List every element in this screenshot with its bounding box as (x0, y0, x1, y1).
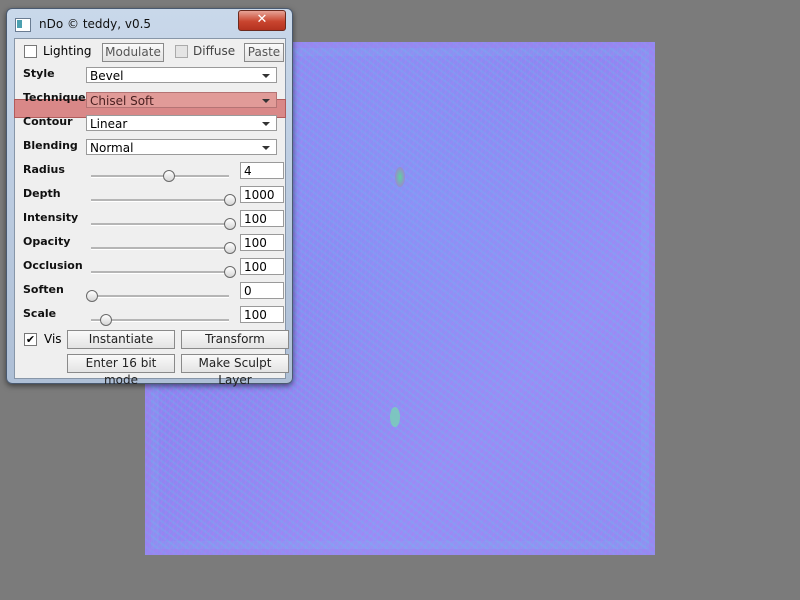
soften-input[interactable]: 0 (240, 282, 284, 299)
blending-value: Normal (90, 141, 134, 155)
contour-dropdown[interactable]: Linear (86, 115, 277, 131)
radius-label: Radius (23, 163, 65, 176)
instantiate-button[interactable]: Instantiate (67, 330, 175, 349)
panel: Lighting Modulate Diffuse Paste Style Be… (14, 38, 289, 387)
technique-value: Chisel Soft (90, 94, 154, 108)
transform-button[interactable]: Transform (181, 330, 289, 349)
scale-slider[interactable] (91, 314, 229, 326)
chevron-down-icon (262, 74, 270, 78)
depth-slider-thumb[interactable] (224, 194, 236, 206)
depth-slider[interactable] (91, 194, 236, 206)
make-sculpt-layer-button[interactable]: Make Sculpt Layer (181, 354, 289, 387)
soften-label: Soften (23, 283, 64, 296)
modulate-button[interactable]: Modulate (102, 43, 164, 62)
radius-input[interactable]: 4 (240, 162, 284, 179)
technique-dropdown[interactable]: Chisel Soft (86, 92, 277, 108)
lighting-checkbox[interactable] (24, 45, 37, 58)
diffuse-label: Diffuse (193, 44, 236, 58)
intensity-input[interactable]: 100 (240, 210, 284, 227)
style-dropdown[interactable]: Bevel (86, 67, 277, 83)
chevron-down-icon (262, 122, 270, 126)
style-value: Bevel (90, 69, 124, 83)
window-title: nDo © teddy, v0.5 (39, 17, 152, 31)
radius-slider[interactable] (91, 170, 229, 182)
enter-16-bit-button[interactable]: Enter 16 bit mode (67, 354, 175, 387)
occlusion-slider-thumb[interactable] (224, 266, 236, 278)
style-label: Style (23, 67, 55, 80)
vis-checkbox[interactable]: ✔ (24, 333, 37, 346)
ndo-window: nDo © teddy, v0.5 ✕ Lighting Modulate Di… (6, 8, 293, 387)
opacity-input[interactable]: 100 (240, 234, 284, 251)
occlusion-label: Occlusion (23, 259, 83, 272)
intensity-slider[interactable] (91, 218, 236, 230)
depth-input[interactable]: 1000 (240, 186, 284, 203)
diffuse-checkbox[interactable] (175, 45, 188, 58)
soften-slider[interactable] (86, 290, 229, 302)
technique-label: Technique (23, 91, 86, 104)
scale-slider-thumb[interactable] (99, 314, 112, 326)
occlusion-slider[interactable] (91, 266, 236, 278)
title-bar[interactable]: nDo © teddy, v0.5 ✕ (7, 9, 292, 39)
radius-slider-thumb[interactable] (163, 170, 176, 182)
contour-value: Linear (90, 117, 128, 131)
vis-label: Vis (44, 332, 62, 346)
close-button[interactable]: ✕ (238, 10, 286, 31)
intensity-label: Intensity (23, 211, 79, 224)
opacity-label: Opacity (23, 235, 71, 248)
app-icon (15, 18, 31, 32)
blending-dropdown[interactable]: Normal (86, 139, 277, 155)
opacity-slider[interactable] (91, 242, 236, 254)
paste-button[interactable]: Paste (244, 43, 284, 62)
chevron-down-icon (262, 99, 270, 103)
scale-label: Scale (23, 307, 57, 320)
contour-label: Contour (23, 115, 73, 128)
lighting-label: Lighting (43, 44, 92, 58)
opacity-slider-thumb[interactable] (224, 242, 236, 254)
blending-label: Blending (23, 139, 78, 152)
occlusion-input[interactable]: 100 (240, 258, 284, 275)
scale-input[interactable]: 100 (240, 306, 284, 323)
intensity-slider-thumb[interactable] (224, 218, 236, 230)
soften-slider-thumb[interactable] (86, 290, 98, 302)
chevron-down-icon (262, 146, 270, 150)
depth-label: Depth (23, 187, 61, 200)
